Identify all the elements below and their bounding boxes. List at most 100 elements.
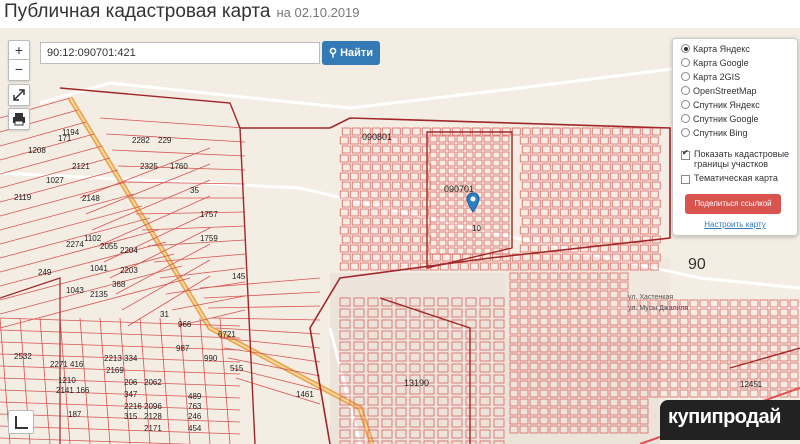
- parcel: [789, 362, 799, 371]
- radio[interactable]: [681, 86, 690, 96]
- option-label: Показать кадастровые границы участков: [694, 149, 790, 169]
- parcel: [492, 143, 501, 151]
- parcel: [351, 145, 361, 154]
- parcel: [369, 244, 379, 253]
- parcel: [391, 181, 401, 190]
- parcel: [539, 154, 549, 163]
- print-button[interactable]: [8, 108, 30, 130]
- parcel: [679, 353, 689, 362]
- search-input[interactable]: [40, 42, 320, 64]
- radio-selected[interactable]: [681, 44, 690, 54]
- layer-option-yandex-map[interactable]: Карта Яндекс: [681, 43, 750, 56]
- parcel: [591, 217, 601, 226]
- parcel: [429, 159, 438, 167]
- parcel-label: 2169: [106, 366, 124, 375]
- parcel: [483, 135, 492, 143]
- parcel: [421, 163, 431, 172]
- parcel: [339, 244, 349, 253]
- find-button-label: Найти: [340, 47, 374, 59]
- radio[interactable]: [681, 128, 690, 138]
- parcel: [611, 199, 621, 208]
- parcel: [411, 199, 421, 208]
- layer-label: Карта Google: [693, 58, 749, 68]
- parcel-edge: [0, 437, 193, 444]
- parcel: [621, 199, 631, 208]
- parcel: [492, 175, 501, 183]
- parcel: [341, 127, 351, 136]
- parcel: [599, 136, 609, 145]
- show-boundaries-option[interactable]: Показать кадастровые границы участков: [681, 148, 793, 169]
- parcel: [739, 299, 749, 308]
- parcel: [689, 308, 699, 317]
- parcel: [349, 172, 359, 181]
- parcel-edge: [99, 117, 246, 129]
- parcel: [341, 163, 351, 172]
- location-pin-icon[interactable]: [466, 192, 480, 214]
- parcel: [581, 199, 591, 208]
- radio[interactable]: [681, 114, 690, 124]
- parcel: [359, 208, 369, 217]
- parcel: [651, 181, 661, 190]
- parcel-label: 454: [188, 424, 202, 433]
- parcel: [769, 371, 779, 380]
- parcel: [559, 136, 569, 145]
- cadastral-map[interactable]: 1208 2121 2119 1027 2148 1194 2282 229 2…: [0, 28, 800, 444]
- parcel: [519, 154, 529, 163]
- zoom-out-button[interactable]: −: [8, 59, 30, 81]
- parcel: [429, 191, 438, 199]
- parcel: [438, 223, 447, 231]
- layer-option-bing-satellite[interactable]: Спутник Bing: [681, 127, 747, 140]
- parcel-label: 1027: [46, 176, 64, 185]
- parcel-edge: [211, 317, 321, 321]
- parcel: [501, 191, 510, 199]
- share-link-button[interactable]: Поделиться ссылкой: [685, 194, 781, 214]
- parcel: [501, 239, 510, 247]
- parcel: [474, 175, 483, 183]
- parcel: [369, 208, 379, 217]
- legend-toggle-button[interactable]: [8, 410, 34, 434]
- radio[interactable]: [681, 72, 690, 82]
- parcel: [699, 371, 709, 380]
- parcel: [709, 326, 719, 335]
- layer-option-yandex-satellite[interactable]: Спутник Яндекс: [681, 99, 760, 112]
- parcel: [641, 145, 651, 154]
- layer-option-osm[interactable]: OpenStreetMap: [681, 85, 757, 98]
- parcel: [361, 145, 371, 154]
- parcel: [447, 215, 456, 223]
- layer-option-2gis[interactable]: Карта 2GIS: [681, 71, 740, 84]
- parcel: [429, 207, 438, 215]
- parcel: [369, 226, 379, 235]
- parcel: [789, 380, 799, 389]
- layer-option-google-map[interactable]: Карта Google: [681, 57, 749, 70]
- parcel: [401, 145, 411, 154]
- parcel: [369, 172, 379, 181]
- parcel-edge: [165, 281, 246, 295]
- parcel: [689, 317, 699, 326]
- parcel: [579, 136, 589, 145]
- thematic-map-option[interactable]: Тематическая карта: [681, 173, 793, 184]
- parcel: [601, 145, 611, 154]
- fullscreen-button[interactable]: [8, 84, 30, 106]
- parcel: [501, 183, 510, 191]
- radio[interactable]: [681, 100, 690, 110]
- parcel: [689, 353, 699, 362]
- checkbox-checked[interactable]: [681, 148, 690, 160]
- layer-option-google-satellite[interactable]: Спутник Google: [681, 113, 758, 126]
- parcel: [447, 175, 456, 183]
- parcel: [659, 344, 669, 353]
- parcel: [579, 208, 589, 217]
- parcel-label: 763: [188, 402, 202, 411]
- parcel: [389, 244, 399, 253]
- radio[interactable]: [681, 58, 690, 68]
- parcel: [749, 317, 759, 326]
- parcel: [474, 239, 483, 247]
- configure-map-link[interactable]: Настроить карту: [673, 220, 797, 229]
- parcel: [769, 299, 779, 308]
- find-button[interactable]: ⚲ Найти: [322, 41, 380, 65]
- parcel-edge: [0, 277, 191, 329]
- checkbox[interactable]: [681, 175, 690, 184]
- parcel: [501, 207, 510, 215]
- parcel: [399, 244, 409, 253]
- parcel: [474, 215, 483, 223]
- parcel: [371, 253, 381, 262]
